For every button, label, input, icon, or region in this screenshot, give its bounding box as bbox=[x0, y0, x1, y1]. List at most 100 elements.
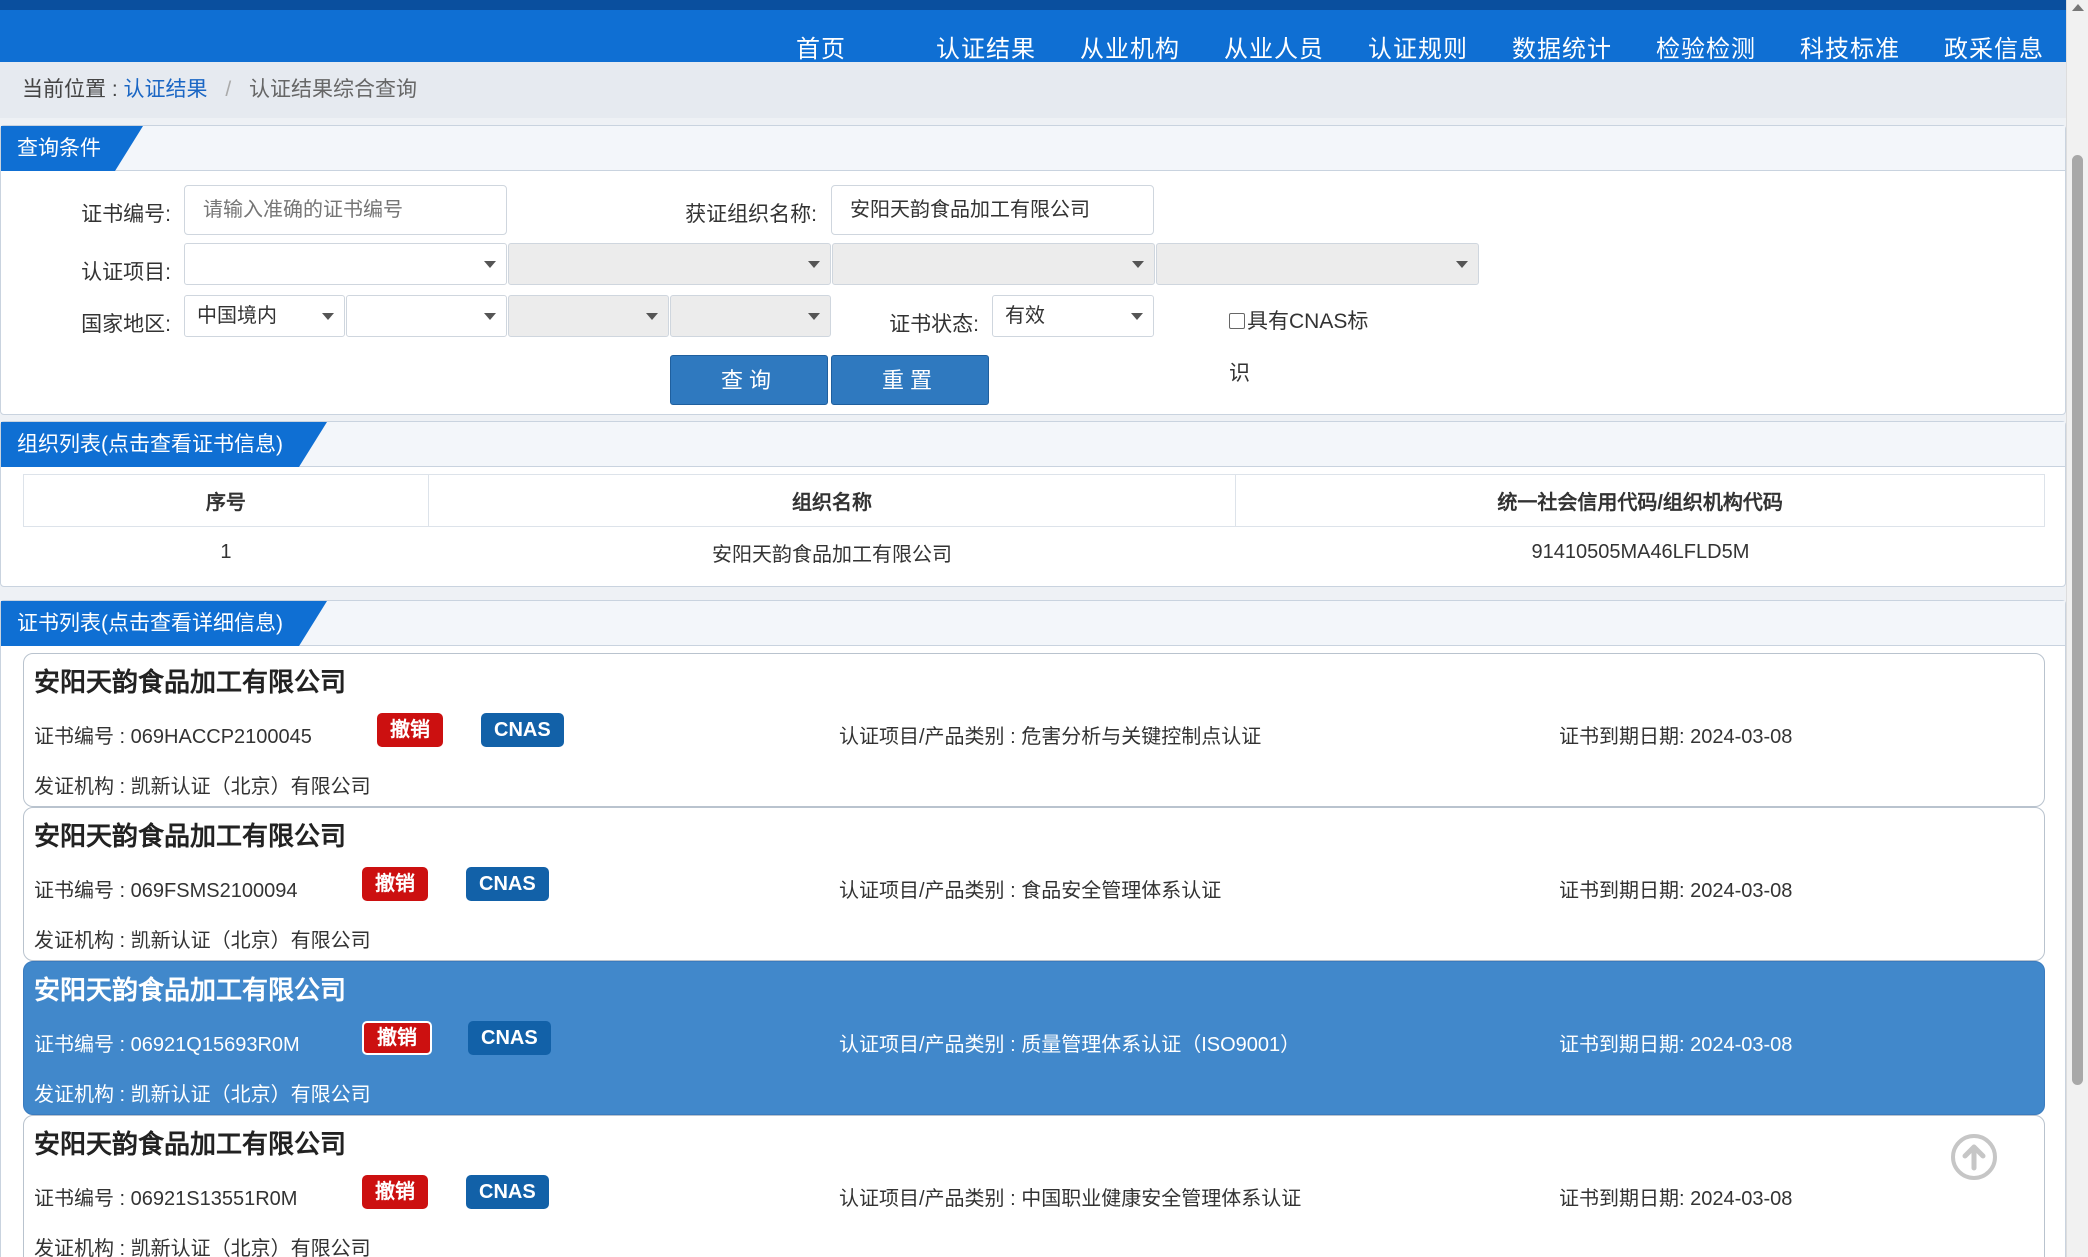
cert-list-panel-header: 证书列表(点击查看详细信息) bbox=[1, 601, 2065, 646]
caret-down-icon bbox=[808, 313, 820, 320]
breadcrumb-current: 认证结果综合查询 bbox=[249, 78, 418, 101]
region-select-4[interactable] bbox=[670, 295, 831, 337]
cert-card-project: 认证项目/产品类别 : 中国职业健康安全管理体系认证 bbox=[839, 1188, 1302, 1210]
cert-card[interactable]: 安阳天韵食品加工有限公司 证书编号 : 06921S13551R0M 撤销 CN… bbox=[23, 1115, 2045, 1257]
caret-down-icon bbox=[646, 313, 658, 320]
project-select-1[interactable] bbox=[184, 243, 507, 285]
cert-card[interactable]: 安阳天韵食品加工有限公司 证书编号 : 069FSMS2100094 撤销 CN… bbox=[23, 807, 2045, 961]
cnas-badge: CNAS bbox=[466, 867, 549, 901]
cell-index: 1 bbox=[220, 541, 232, 564]
nav-item-personnel[interactable]: 从业人员 bbox=[1202, 29, 1346, 64]
breadcrumb-prefix: 当前位置 : bbox=[22, 78, 118, 101]
cnas-checkbox-label[interactable]: 具有CNAS标识 bbox=[1229, 296, 1379, 400]
cert-no-label: 证书编号: bbox=[81, 203, 171, 226]
breadcrumb-link-cert-results[interactable]: 认证结果 bbox=[124, 78, 208, 101]
nav-item-procurement[interactable]: 政采信息 bbox=[1922, 29, 2066, 64]
query-panel: 查询条件 证书编号: 获证组织名称: 安阳天韵食品加工有限公司 认证项目: 国家… bbox=[0, 125, 2066, 415]
cert-card-number: 证书编号 : 06921Q15693R0M bbox=[34, 1034, 300, 1056]
query-panel-header: 查询条件 bbox=[1, 126, 2065, 171]
cert-card-org: 安阳天韵食品加工有限公司 bbox=[34, 1129, 347, 1159]
cert-card-org: 安阳天韵食品加工有限公司 bbox=[34, 667, 347, 697]
scroll-up-icon[interactable] bbox=[2072, 4, 2084, 11]
cert-card-issuer: 发证机构 : 凯新认证（北京）有限公司 bbox=[34, 776, 371, 798]
caret-down-icon bbox=[1456, 261, 1468, 268]
revoked-badge: 撤销 bbox=[362, 867, 428, 901]
cert-card-project: 认证项目/产品类别 : 食品安全管理体系认证 bbox=[839, 880, 1222, 902]
caret-down-icon bbox=[322, 313, 334, 320]
breadcrumb-separator: / bbox=[225, 78, 232, 101]
table-row[interactable]: 1 安阳天韵食品加工有限公司 91410505MA46LFLD5M bbox=[24, 527, 2045, 579]
cell-org-name[interactable]: 安阳天韵食品加工有限公司 bbox=[428, 527, 1236, 579]
cnas-checkbox[interactable] bbox=[1229, 313, 1245, 329]
org-name-input[interactable]: 安阳天韵食品加工有限公司 bbox=[831, 185, 1154, 235]
cert-card-number: 证书编号 : 069HACCP2100045 bbox=[34, 726, 312, 748]
cert-card-project: 认证项目/产品类别 : 质量管理体系认证（ISO9001） bbox=[839, 1034, 1301, 1056]
scrollbar-thumb[interactable] bbox=[2072, 155, 2083, 1085]
region-select-2[interactable] bbox=[346, 295, 507, 337]
project-label: 认证项目: bbox=[81, 261, 171, 284]
nav-item-inspection[interactable]: 检验检测 bbox=[1634, 29, 1778, 64]
cert-card-issuer: 发证机构 : 凯新认证（北京）有限公司 bbox=[34, 930, 371, 952]
cert-card-org: 安阳天韵食品加工有限公司 bbox=[34, 975, 347, 1005]
nav-item-rules[interactable]: 认证规则 bbox=[1346, 29, 1490, 64]
revoked-badge: 撤销 bbox=[362, 1175, 428, 1209]
region-select-1[interactable]: 中国境内 bbox=[184, 295, 345, 337]
nav-item-cert-results[interactable]: 认证结果 bbox=[914, 29, 1058, 64]
column-header-index: 序号 bbox=[23, 474, 429, 527]
org-list-panel-header: 组织列表(点击查看证书信息) bbox=[1, 422, 2065, 467]
status-label: 证书状态: bbox=[889, 313, 979, 336]
nav-item-standards[interactable]: 科技标准 bbox=[1778, 29, 1922, 64]
status-select-value: 有效 bbox=[1005, 305, 1045, 327]
region-select-value: 中国境内 bbox=[197, 305, 277, 327]
cert-card-issuer: 发证机构 : 凯新认证（北京）有限公司 bbox=[34, 1238, 371, 1257]
region-select-3[interactable] bbox=[508, 295, 669, 337]
revoked-badge: 撤销 bbox=[377, 713, 443, 747]
cert-card-selected[interactable]: 安阳天韵食品加工有限公司 证书编号 : 06921Q15693R0M 撤销 CN… bbox=[23, 961, 2045, 1115]
column-header-org-name: 组织名称 bbox=[427, 474, 1237, 527]
cert-card-expiry: 证书到期日期: 2024-03-08 bbox=[1559, 1188, 1793, 1210]
cert-card-number: 证书编号 : 069FSMS2100094 bbox=[34, 880, 298, 902]
org-name-label: 获证组织名称: bbox=[685, 203, 817, 226]
top-navigation: 首页 认证结果 从业机构 从业人员 认证规则 数据统计 检验检测 科技标准 政采… bbox=[0, 0, 2066, 64]
cert-card-expiry: 证书到期日期: 2024-03-08 bbox=[1559, 880, 1793, 902]
cert-card-project: 认证项目/产品类别 : 危害分析与关键控制点认证 bbox=[839, 726, 1262, 748]
project-select-3[interactable] bbox=[832, 243, 1155, 285]
cert-list-panel-title: 证书列表(点击查看详细信息) bbox=[1, 601, 327, 646]
org-table: 序号 组织名称 统一社会信用代码/组织机构代码 1 安阳天韵食品加工有限公司 9… bbox=[23, 474, 2045, 579]
cert-card-issuer: 发证机构 : 凯新认证（北京）有限公司 bbox=[34, 1084, 371, 1106]
cnas-badge: CNAS bbox=[466, 1175, 549, 1209]
arrow-up-circle-icon bbox=[1951, 1134, 1997, 1180]
query-panel-title: 查询条件 bbox=[1, 126, 143, 171]
reset-button[interactable]: 重置 bbox=[831, 355, 989, 405]
cert-card-number: 证书编号 : 06921S13551R0M bbox=[34, 1188, 298, 1210]
cert-card[interactable]: 安阳天韵食品加工有限公司 证书编号 : 069HACCP2100045 撤销 C… bbox=[23, 653, 2045, 807]
org-list-panel-title: 组织列表(点击查看证书信息) bbox=[1, 422, 327, 467]
cert-list-panel: 证书列表(点击查看详细信息) 安阳天韵食品加工有限公司 证书编号 : 069HA… bbox=[0, 600, 2066, 1257]
cert-no-input[interactable] bbox=[184, 185, 507, 235]
caret-down-icon bbox=[484, 313, 496, 320]
nav-item-statistics[interactable]: 数据统计 bbox=[1490, 29, 1634, 64]
page-scrollbar[interactable] bbox=[2066, 0, 2088, 1257]
cnas-checkbox-text-2: 识 bbox=[1229, 362, 1250, 385]
revoked-badge: 撤销 bbox=[362, 1021, 432, 1055]
nav-item-home[interactable]: 首页 bbox=[774, 29, 868, 64]
cell-credit-code: 91410505MA46LFLD5M bbox=[1531, 541, 1750, 564]
caret-down-icon bbox=[1132, 261, 1144, 268]
back-to-top-button[interactable] bbox=[1950, 1133, 1998, 1181]
org-list-panel: 组织列表(点击查看证书信息) 序号 组织名称 统一社会信用代码/组织机构代码 1… bbox=[0, 421, 2066, 587]
caret-down-icon bbox=[484, 261, 496, 268]
caret-down-icon bbox=[808, 261, 820, 268]
column-header-credit-code: 统一社会信用代码/组织机构代码 bbox=[1235, 474, 2045, 527]
cert-card-org: 安阳天韵食品加工有限公司 bbox=[34, 821, 347, 851]
breadcrumb: 当前位置 : 认证结果 / 认证结果综合查询 bbox=[0, 62, 2066, 118]
cert-card-expiry: 证书到期日期: 2024-03-08 bbox=[1559, 726, 1793, 748]
status-select[interactable]: 有效 bbox=[992, 295, 1154, 337]
caret-down-icon bbox=[1131, 313, 1143, 320]
cnas-badge: CNAS bbox=[468, 1021, 551, 1055]
cnas-badge: CNAS bbox=[481, 713, 564, 747]
nav-item-institutions[interactable]: 从业机构 bbox=[1058, 29, 1202, 64]
org-table-header-row: 序号 组织名称 统一社会信用代码/组织机构代码 bbox=[23, 474, 2045, 527]
project-select-4[interactable] bbox=[1156, 243, 1479, 285]
project-select-2[interactable] bbox=[508, 243, 831, 285]
search-button[interactable]: 查询 bbox=[670, 355, 828, 405]
